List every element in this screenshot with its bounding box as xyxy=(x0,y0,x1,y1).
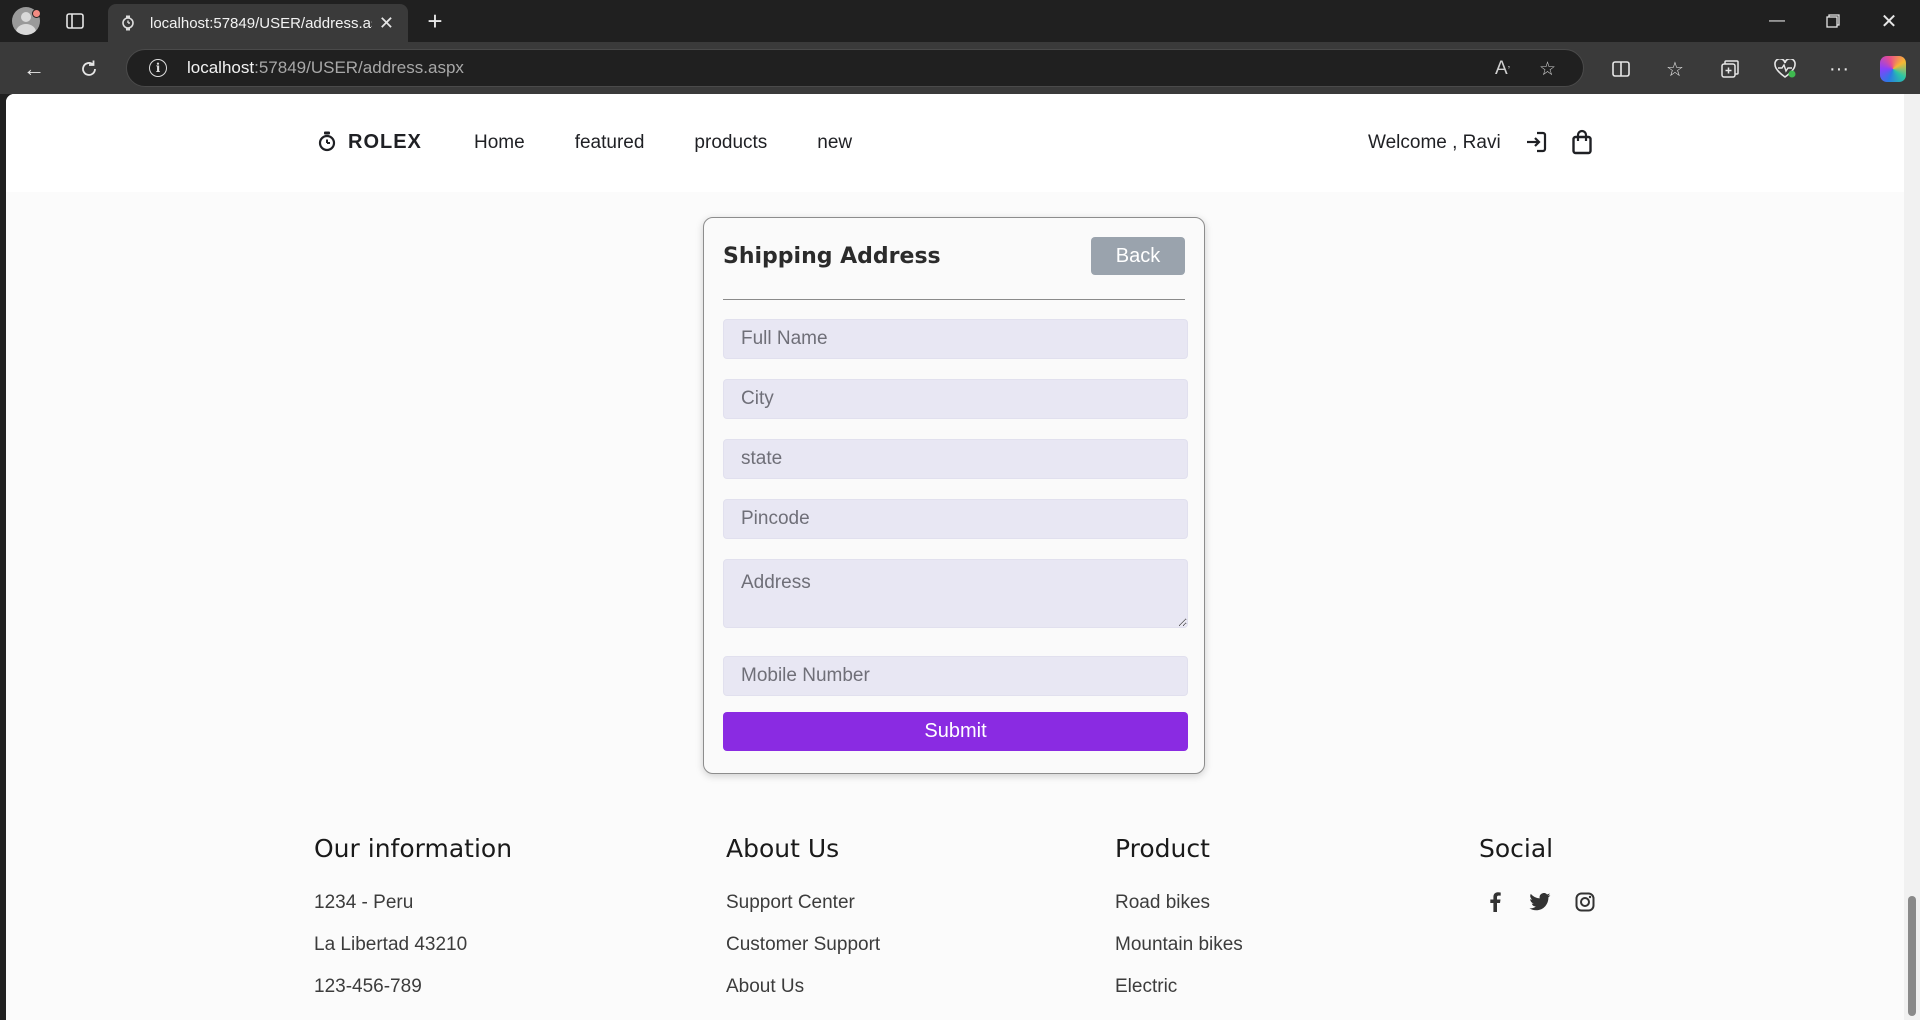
nav-home[interactable]: Home xyxy=(474,132,525,154)
facebook-icon[interactable] xyxy=(1483,890,1507,914)
more-menu-icon[interactable]: ··· xyxy=(1824,54,1854,84)
site-header: ROLEX Home featured products new Welcome… xyxy=(6,94,1904,192)
profile-avatar-button[interactable] xyxy=(10,6,42,36)
footer-heading: Social xyxy=(1479,834,1554,863)
footer-link-road-bikes[interactable]: Road bikes xyxy=(1115,892,1210,914)
footer-link-mountain-bikes[interactable]: Mountain bikes xyxy=(1115,934,1243,956)
twitter-icon[interactable] xyxy=(1528,890,1552,914)
mobile-number-input[interactable] xyxy=(723,656,1188,696)
footer-text: La Libertad 43210 xyxy=(314,934,468,955)
footer-col-about-us: About Us Support Center Customer Support… xyxy=(726,814,880,997)
login-icon[interactable] xyxy=(1524,130,1548,154)
page-scrollbar[interactable] xyxy=(1904,94,1920,1020)
main-nav: Home featured products new xyxy=(474,132,902,154)
site-footer: Our information 1234 - Peru La Libertad … xyxy=(6,814,1904,1020)
copilot-icon[interactable] xyxy=(1880,56,1906,82)
browser-tabstrip: localhost:57849/USER/address.aspx ✕ + — … xyxy=(0,0,1920,42)
footer-col-product: Product Road bikes Mountain bikes Electr… xyxy=(1115,814,1243,997)
footer-text: 123-456-789 xyxy=(314,976,422,997)
minimize-button[interactable]: — xyxy=(1754,8,1800,34)
form-title: Shipping Address xyxy=(723,244,941,269)
shopping-bag-icon[interactable] xyxy=(1570,129,1594,155)
brand[interactable]: ROLEX xyxy=(316,130,422,154)
address-bar[interactable]: i localhost:57849/USER/address.aspx Aʼ ☆ xyxy=(126,49,1584,87)
read-aloud-icon[interactable]: Aʼ xyxy=(1495,58,1510,80)
footer-link-about-us[interactable]: About Us xyxy=(726,976,804,998)
scrollbar-thumb[interactable] xyxy=(1908,896,1916,1016)
instagram-icon[interactable] xyxy=(1573,890,1597,914)
footer-link-customer-support[interactable]: Customer Support xyxy=(726,934,880,956)
collections-icon[interactable] xyxy=(1715,54,1745,84)
browser-essentials-icon[interactable] xyxy=(1770,54,1800,84)
footer-link-support-center[interactable]: Support Center xyxy=(726,892,855,914)
footer-col-our-information: Our information 1234 - Peru La Libertad … xyxy=(314,814,513,997)
refresh-icon[interactable] xyxy=(75,55,103,83)
favorite-star-icon[interactable]: ☆ xyxy=(1539,58,1556,81)
address-textarea[interactable] xyxy=(723,559,1188,628)
watch-favicon-icon xyxy=(120,15,136,31)
site-info-icon[interactable]: i xyxy=(149,59,167,77)
back-button[interactable]: Back xyxy=(1091,237,1185,275)
submit-button[interactable]: Submit xyxy=(723,712,1188,751)
notification-dot xyxy=(32,9,41,18)
divider xyxy=(723,299,1185,300)
social-icons xyxy=(1483,890,1618,914)
watch-logo-icon xyxy=(318,131,336,152)
new-tab-button[interactable]: + xyxy=(420,6,450,36)
footer-heading: Product xyxy=(1115,834,1210,863)
shipping-address-card: Shipping Address Back Submit xyxy=(703,217,1205,774)
url-text: localhost:57849/USER/address.aspx xyxy=(187,58,464,77)
tab-actions-icon[interactable] xyxy=(60,9,90,33)
footer-text: 1234 - Peru xyxy=(314,892,414,913)
page-viewport: ROLEX Home featured products new Welcome… xyxy=(6,94,1920,1020)
footer-col-social: Social xyxy=(1479,814,1595,912)
window-close-button[interactable]: ✕ xyxy=(1866,8,1912,34)
restore-button[interactable] xyxy=(1810,8,1856,34)
favorites-icon[interactable]: ☆ xyxy=(1660,54,1690,84)
city-input[interactable] xyxy=(723,379,1188,419)
nav-products[interactable]: products xyxy=(694,132,767,154)
tab-title: localhost:57849/USER/address.aspx xyxy=(150,14,372,32)
footer-heading: Our information xyxy=(314,834,513,863)
browser-tab-active[interactable]: localhost:57849/USER/address.aspx ✕ xyxy=(108,4,408,42)
footer-link-electric[interactable]: Electric xyxy=(1115,976,1177,998)
back-arrow-icon[interactable]: ← xyxy=(20,55,48,83)
brand-name: ROLEX xyxy=(348,130,422,153)
browser-toolbar: ← i localhost:57849/USER/address.aspx Aʼ… xyxy=(0,42,1920,94)
nav-new[interactable]: new xyxy=(817,132,852,154)
state-input[interactable] xyxy=(723,439,1188,479)
pincode-input[interactable] xyxy=(723,499,1188,539)
tab-close-icon[interactable]: ✕ xyxy=(379,13,394,34)
footer-heading: About Us xyxy=(726,834,840,863)
full-name-input[interactable] xyxy=(723,319,1188,359)
welcome-text: Welcome , Ravi xyxy=(1368,132,1501,153)
nav-featured[interactable]: featured xyxy=(575,132,645,154)
split-screen-icon[interactable] xyxy=(1606,54,1636,84)
